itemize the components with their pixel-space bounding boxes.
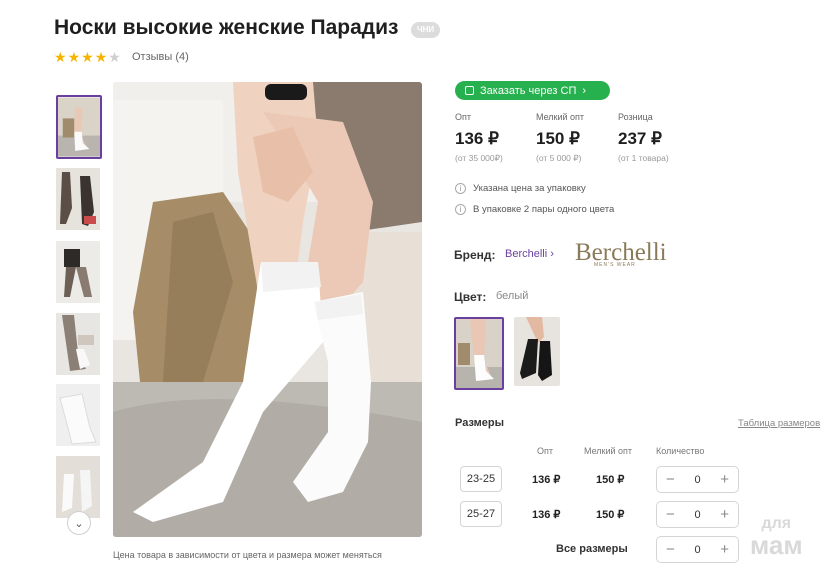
size-price-opt: 136 ₽ (532, 474, 561, 486)
star-empty-icon: ★ (108, 49, 121, 65)
info-text: Указана цена за упаковку (473, 183, 586, 194)
size-price-small-opt: 150 ₽ (596, 509, 625, 521)
order-via-sp-label: Заказать через СП (480, 84, 577, 97)
info-text: В упаковке 2 пары одного цвета (473, 204, 615, 215)
color-label: Цвет: (454, 290, 487, 304)
price-value: 150 ₽ (536, 129, 580, 148)
quantity-stepper: − 0 + (656, 466, 739, 493)
price-retail: Розница 237 ₽ (от 1 товара) (618, 112, 698, 163)
color-swatch-black[interactable] (514, 317, 560, 386)
star-icon: ★ (54, 49, 67, 65)
info-line: i Указана цена за упаковку (455, 183, 586, 194)
all-sizes-label: Все размеры (556, 543, 628, 555)
price-min: (от 35 000₽) (455, 153, 503, 163)
star-icon: ★ (67, 49, 81, 65)
plus-button[interactable]: + (720, 507, 729, 522)
price-label: Опт (455, 112, 471, 122)
sizes-title: Размеры (455, 417, 505, 429)
info-icon: i (455, 204, 466, 215)
plus-button[interactable]: + (720, 542, 729, 557)
thumbnails-scroll-down-button[interactable]: ⌄ (67, 511, 91, 535)
column-header-qty: Количество (656, 446, 705, 456)
price-label: Мелкий опт (536, 112, 585, 122)
all-sizes-stepper: − 0 + (656, 536, 739, 563)
bag-icon (465, 86, 474, 95)
plus-button[interactable]: + (720, 472, 729, 487)
thumbnail-1[interactable] (56, 95, 102, 159)
color-swatch-white[interactable] (454, 317, 504, 390)
minus-button[interactable]: − (666, 472, 675, 487)
thumbnail-3[interactable] (56, 241, 100, 303)
minus-button[interactable]: − (666, 507, 675, 522)
size-chip[interactable]: 23-25 (460, 466, 502, 492)
column-header-opt: Опт (537, 446, 553, 456)
thumbnail-4[interactable] (56, 313, 100, 375)
chevron-right-icon: › (582, 84, 587, 97)
star-icon: ★ (94, 49, 108, 65)
thumbnail-6[interactable] (56, 456, 100, 518)
price-opt: Опт 136 ₽ (от 35 000₽) (455, 112, 535, 164)
chevron-down-icon: ⌄ (74, 517, 84, 530)
thumbnail-5[interactable] (56, 384, 100, 446)
product-title: Носки высокие женские Парадиз (54, 16, 399, 39)
info-line: i В упаковке 2 пары одного цвета (455, 204, 614, 215)
size-price-small-opt: 150 ₽ (596, 474, 625, 486)
size-table-link[interactable]: Таблица размеров (738, 418, 820, 429)
main-product-photo[interactable] (113, 82, 422, 537)
brand-link[interactable]: Berchelli › (505, 248, 554, 260)
brand-name: Berchelli (505, 248, 548, 260)
price-min: (от 5 000 ₽) (536, 153, 582, 163)
quantity-value[interactable]: 0 (694, 509, 700, 521)
brand-label: Бренд: (454, 248, 496, 262)
seller-badge: ЧНИ (411, 22, 441, 38)
star-icon: ★ (81, 49, 94, 65)
rating-stars: ★ ★ ★ ★ ★ (54, 50, 121, 64)
brand-logo-subtitle: MEN'S WEAR (594, 262, 636, 268)
quantity-value[interactable]: 0 (694, 544, 700, 556)
chevron-right-icon: › (550, 248, 554, 260)
minus-button[interactable]: − (666, 542, 675, 557)
price-min: (от 1 товара) (618, 153, 669, 163)
site-watermark: для мам (750, 516, 803, 560)
size-chip[interactable]: 25-27 (460, 501, 502, 527)
thumbnail-2[interactable] (56, 168, 100, 230)
info-icon: i (455, 183, 466, 194)
quantity-stepper: − 0 + (656, 501, 739, 528)
price-value: 136 ₽ (455, 129, 499, 148)
column-header-small-opt: Мелкий опт (584, 446, 633, 456)
reviews-link[interactable]: Отзывы (4) (132, 51, 189, 63)
order-via-sp-button[interactable]: Заказать через СП › (455, 81, 610, 100)
price-label: Розница (618, 112, 653, 122)
price-value: 237 ₽ (618, 129, 662, 148)
price-disclaimer: Цена товара в зависимости от цвета и раз… (113, 550, 382, 560)
color-value: белый (496, 290, 529, 302)
size-price-opt: 136 ₽ (532, 509, 561, 521)
quantity-value[interactable]: 0 (694, 474, 700, 486)
watermark-line-2: мам (750, 530, 803, 560)
price-small-opt: Мелкий опт 150 ₽ (от 5 000 ₽) (536, 112, 616, 164)
